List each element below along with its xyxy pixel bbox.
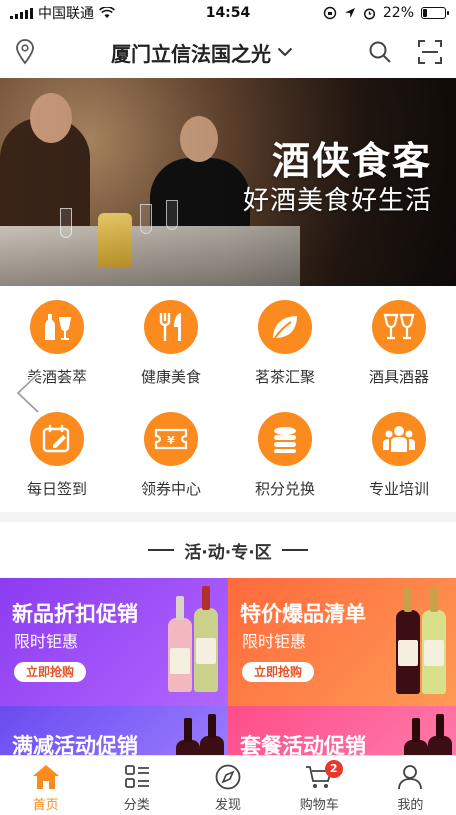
svg-text:¥: ¥ bbox=[167, 434, 175, 447]
category-grid: 美酒荟萃 健康美食 茗茶汇聚 酒具酒器 每日签到 ¥ 领券中心 积分兑换 专业培… bbox=[0, 286, 456, 512]
tab-home[interactable]: 首页 bbox=[0, 756, 91, 815]
buy-now-button[interactable]: 立即抢购 bbox=[242, 662, 314, 682]
rotation-lock-icon bbox=[323, 6, 337, 20]
tab-label: 分类 bbox=[123, 798, 150, 813]
tea-leaf-icon bbox=[258, 300, 312, 354]
promo-title: 特价爆品清单 bbox=[240, 602, 366, 626]
category-label: 酒具酒器 bbox=[368, 368, 429, 386]
tab-label: 首页 bbox=[32, 798, 59, 813]
fork-knife-icon bbox=[144, 300, 198, 354]
category-training[interactable]: 专业培训 bbox=[342, 412, 456, 512]
coins-stack-icon bbox=[258, 412, 312, 466]
tab-label: 我的 bbox=[397, 798, 424, 813]
bottom-tab-bar: 首页 分类 发现 2 购物车 我的 bbox=[0, 755, 456, 815]
category-glassware[interactable]: 酒具酒器 bbox=[342, 300, 456, 400]
chevron-down-icon bbox=[277, 47, 293, 57]
divider-line bbox=[281, 549, 308, 551]
home-icon bbox=[32, 765, 59, 789]
location-arrow-icon bbox=[344, 8, 355, 18]
tab-label: 发现 bbox=[215, 798, 242, 813]
wine-bottle-image bbox=[176, 718, 200, 755]
scan-icon[interactable] bbox=[418, 40, 442, 64]
promo-card-hot-deals[interactable]: 特价爆品清单 限时钜惠 立即抢购 bbox=[228, 578, 456, 706]
category-label: 积分兑换 bbox=[254, 480, 315, 498]
category-list-icon bbox=[124, 765, 149, 788]
banner-subtitle: 好酒美食好生活 bbox=[242, 186, 432, 216]
coupon-icon: ¥ bbox=[144, 412, 198, 466]
compass-icon bbox=[215, 764, 241, 790]
tab-cart[interactable]: 2 购物车 bbox=[274, 756, 365, 815]
wine-bottle-image bbox=[428, 714, 452, 755]
wine-bottle-image bbox=[404, 718, 428, 755]
category-label: 每日签到 bbox=[26, 480, 87, 498]
calendar-pen-icon bbox=[30, 412, 84, 466]
wine-bottle-icon bbox=[30, 300, 84, 354]
wine-bottle-image bbox=[200, 714, 224, 755]
cart-badge: 2 bbox=[324, 760, 343, 778]
promo-subtitle: 限时钜惠 bbox=[14, 632, 79, 651]
wine-bottle-image bbox=[168, 596, 192, 692]
category-checkin[interactable]: 每日签到 bbox=[0, 412, 114, 512]
top-nav-bar: 厦门立信法国之光 bbox=[0, 26, 456, 78]
hero-banner[interactable]: 酒侠食客 好酒美食好生活 bbox=[0, 78, 456, 286]
store-selector[interactable]: 厦门立信法国之光 bbox=[111, 38, 293, 67]
store-name: 厦门立信法国之光 bbox=[111, 41, 271, 66]
promo-subtitle: 限时钜惠 bbox=[242, 632, 307, 651]
wifi-icon bbox=[99, 7, 115, 18]
promo-title: 新品折扣促销 bbox=[12, 602, 138, 626]
battery-icon bbox=[421, 7, 449, 19]
tab-discover[interactable]: 发现 bbox=[182, 756, 273, 815]
category-label: 专业培训 bbox=[368, 480, 429, 498]
category-coupons[interactable]: ¥ 领券中心 bbox=[114, 412, 228, 512]
promo-card-full-reduction[interactable]: 满减活动促销 bbox=[0, 706, 228, 755]
category-food[interactable]: 健康美食 bbox=[114, 300, 228, 400]
signal-icon bbox=[10, 7, 33, 19]
promo-title: 满减活动促销 bbox=[12, 734, 138, 755]
tab-label: 购物车 bbox=[299, 798, 339, 813]
search-icon[interactable] bbox=[368, 40, 392, 64]
wine-bottle-image bbox=[422, 588, 446, 694]
category-label: 健康美食 bbox=[140, 368, 201, 386]
carrier-label: 中国联通 bbox=[38, 6, 94, 22]
people-icon bbox=[372, 412, 426, 466]
activity-section-title: 活·动·专·区 bbox=[184, 542, 272, 563]
wine-bottle-image bbox=[194, 586, 218, 692]
activity-section-header: 活·动·专·区 bbox=[0, 530, 456, 570]
wine-glass-icon bbox=[372, 300, 426, 354]
wine-bottle-image bbox=[396, 588, 420, 694]
category-points[interactable]: 积分兑换 bbox=[228, 412, 342, 512]
status-bar: 中国联通 14:54 22% bbox=[0, 0, 456, 26]
divider-line bbox=[148, 549, 175, 551]
category-label: 茗茶汇聚 bbox=[254, 368, 315, 386]
banner-title: 酒侠食客 bbox=[271, 139, 432, 183]
battery-percent: 22% bbox=[382, 5, 414, 21]
category-label: 领券中心 bbox=[140, 480, 201, 498]
promo-card-bundle[interactable]: 套餐活动促销 bbox=[228, 706, 456, 755]
alarm-icon bbox=[363, 7, 375, 20]
promo-card-new-discount[interactable]: 新品折扣促销 限时钜惠 立即抢购 bbox=[0, 578, 228, 706]
tab-profile[interactable]: 我的 bbox=[365, 756, 456, 815]
chevron-left-icon[interactable] bbox=[14, 372, 42, 414]
tab-category[interactable]: 分类 bbox=[91, 756, 182, 815]
buy-now-button[interactable]: 立即抢购 bbox=[14, 662, 86, 682]
category-tea[interactable]: 茗茶汇聚 bbox=[228, 300, 342, 400]
promo-title: 套餐活动促销 bbox=[240, 734, 366, 755]
location-pin-icon[interactable] bbox=[14, 39, 36, 65]
section-divider bbox=[0, 512, 456, 522]
user-icon bbox=[398, 765, 423, 790]
